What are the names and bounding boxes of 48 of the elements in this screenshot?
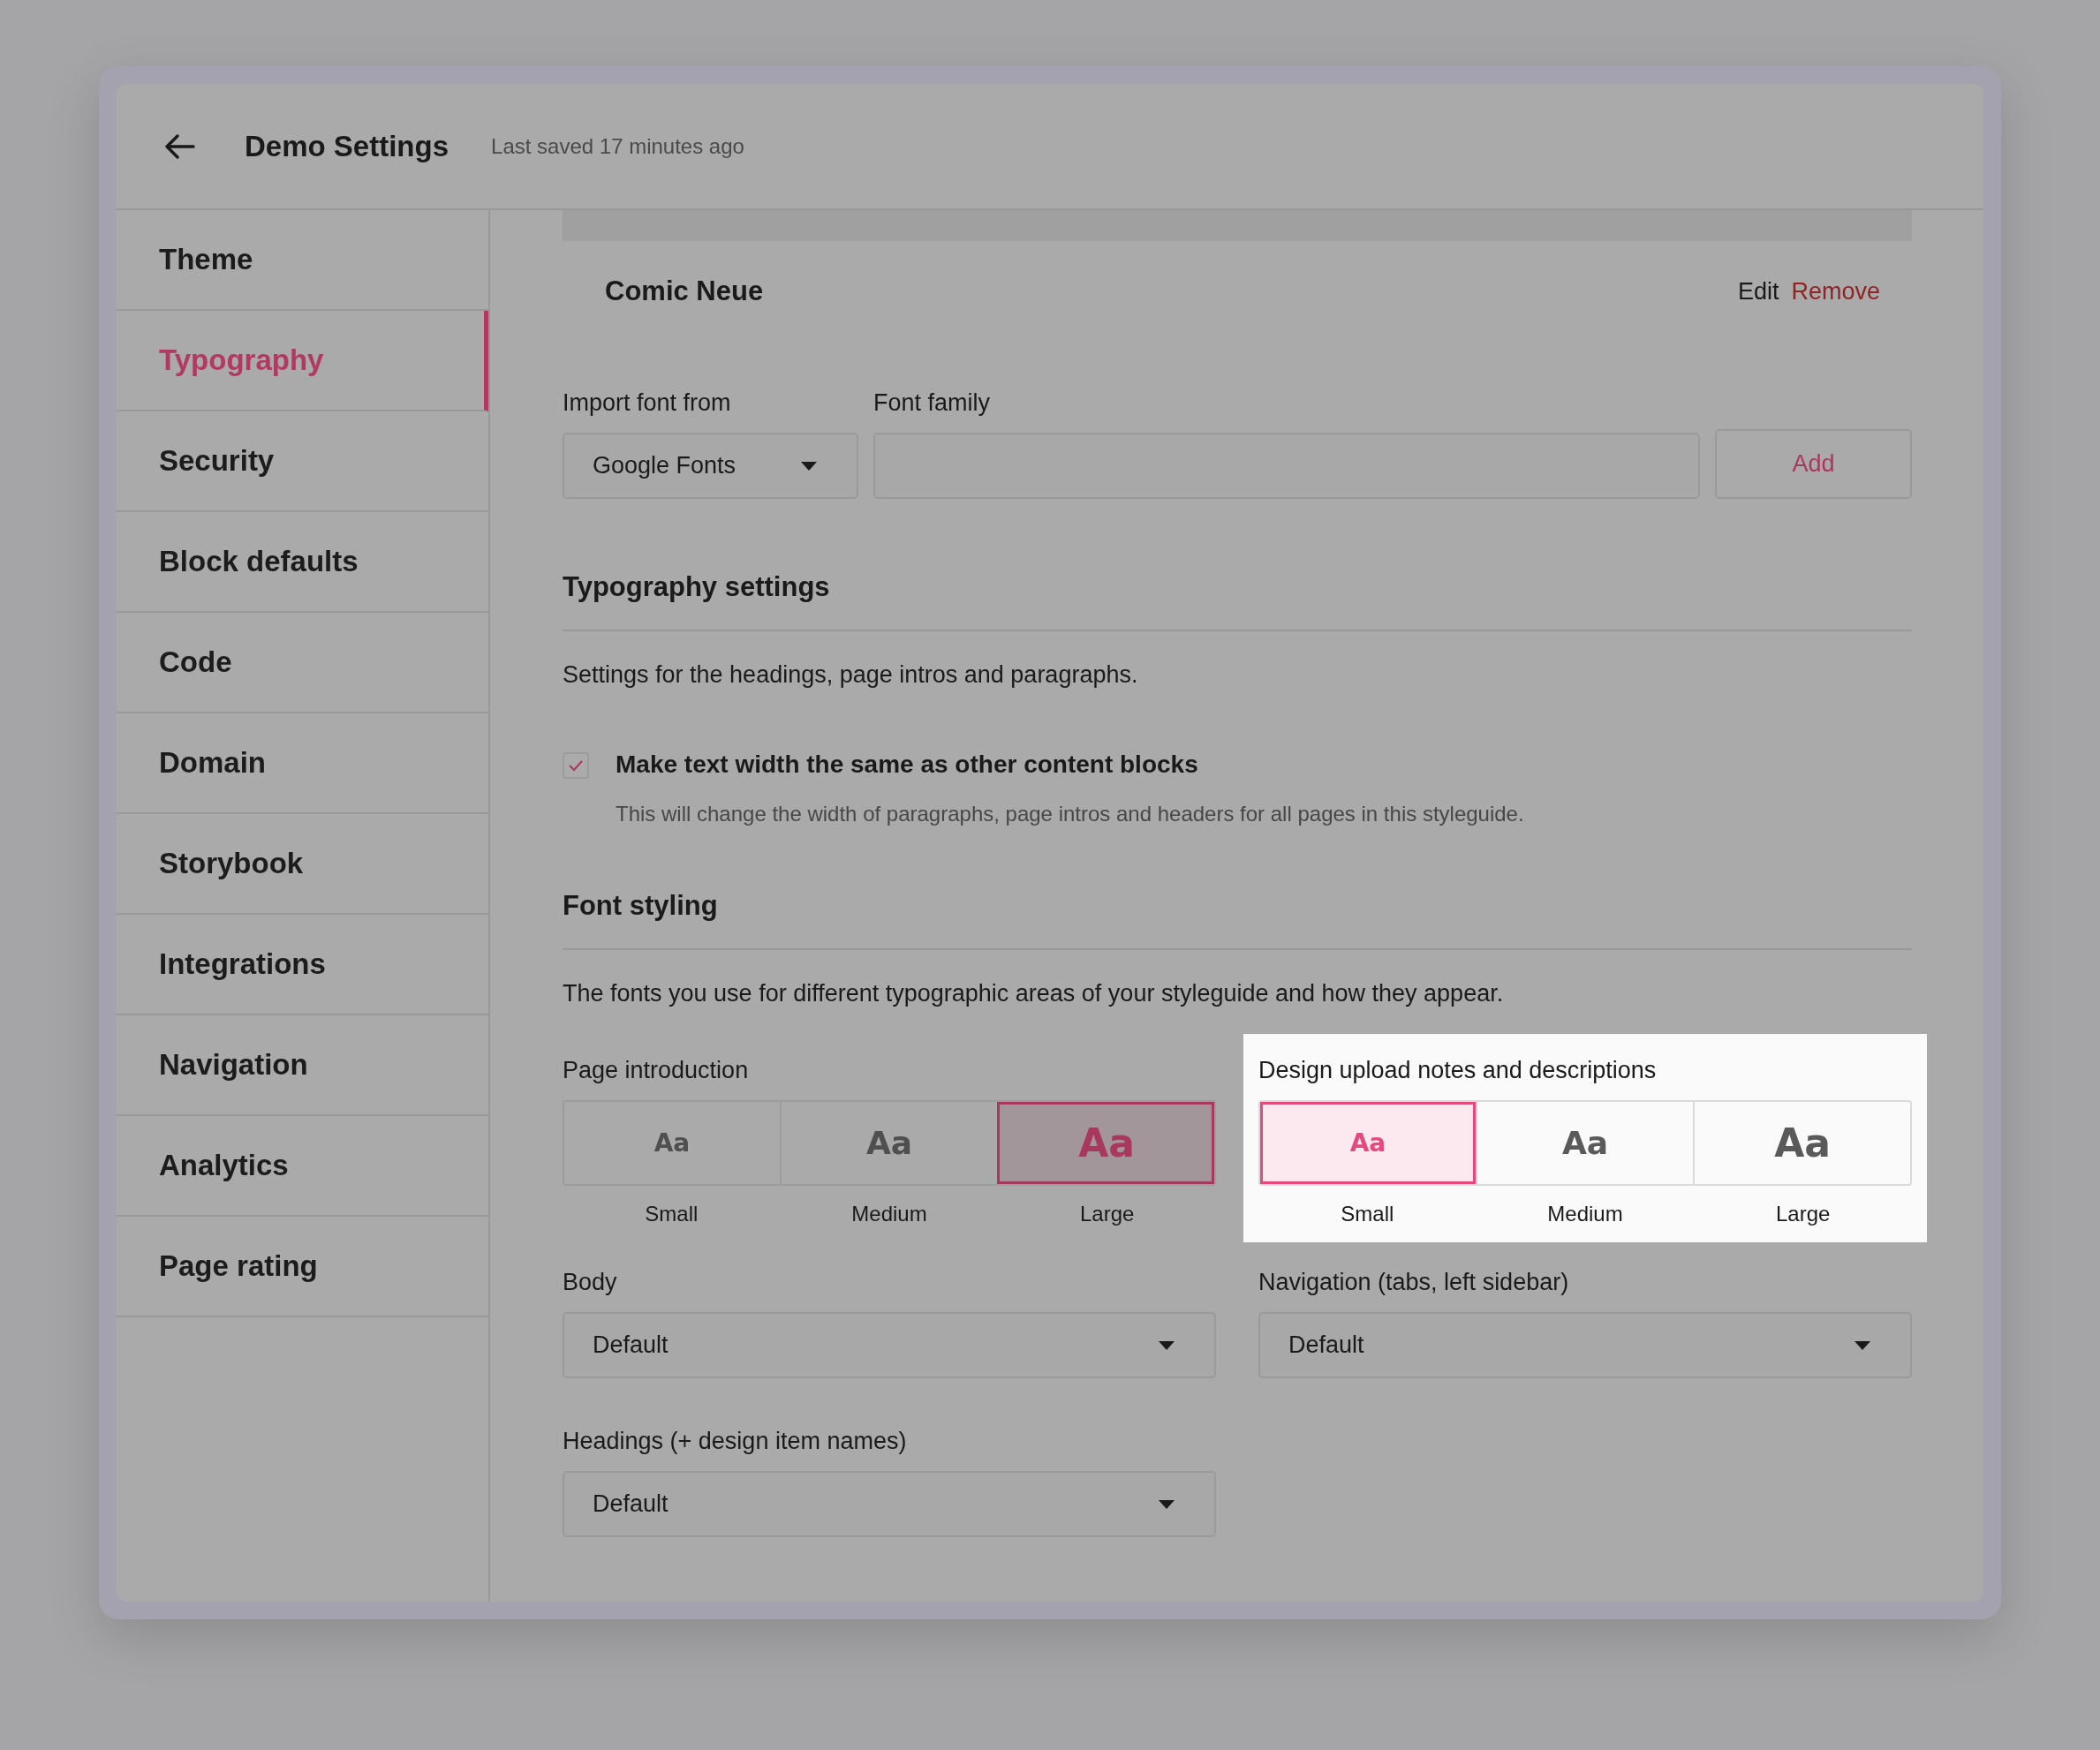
caret-icon (1158, 1339, 1175, 1351)
sidebar-item[interactable]: Integrations (117, 915, 488, 1015)
section-heading: Font styling (563, 890, 1912, 950)
field-label: Import font from (563, 389, 732, 417)
sidebar-item[interactable]: Security (117, 411, 488, 512)
section-heading: Typography settings (563, 571, 1912, 631)
source-dropdown[interactable]: Google Fonts (563, 433, 858, 499)
field-label: Headings (+ design item names) (563, 1428, 908, 1455)
section-description: The fonts you use for different typographic areas of your styleguide and how they appear. (563, 980, 1505, 1007)
font-dropdown[interactable]: Default (563, 1312, 1216, 1378)
caret-icon (800, 460, 818, 471)
checkbox-help: This will change the width of paragraphs, page intros and headers for all pages in this styleguide. (616, 802, 1524, 826)
field-label: Font family (873, 389, 992, 417)
font-dropdown[interactable]: Default (563, 1471, 1216, 1537)
size-option[interactable]: Aa (1476, 1102, 1693, 1184)
size-label: Large (1775, 1202, 1832, 1226)
back-arrow-icon[interactable] (163, 132, 195, 160)
sidebar-item[interactable]: Analytics (117, 1116, 488, 1217)
sidebar-item[interactable]: Storybook (117, 814, 488, 915)
caret-icon (1158, 1498, 1175, 1510)
size-label: Medium (850, 1202, 928, 1226)
window-title: Demo Settings (245, 129, 449, 163)
font-name: Comic Neue (605, 275, 764, 307)
sidebar-item[interactable]: Page rating (117, 1217, 488, 1317)
field-label: Navigation (tabs, left sidebar) (1258, 1269, 1570, 1296)
section-description: Settings for the headings, page intros and paragraphs. (563, 661, 1139, 689)
sidebar-item[interactable]: Domain (117, 713, 488, 814)
font-dropdown[interactable]: Default (1258, 1312, 1912, 1378)
sidebar-item[interactable]: Block defaults (117, 512, 488, 613)
edit-link[interactable]: Edit (1737, 277, 1779, 305)
save-status: Last saved 17 minutes ago (491, 133, 744, 159)
checkbox[interactable] (563, 752, 589, 779)
field-label: Body (563, 1269, 618, 1296)
size-label: Small (1340, 1202, 1395, 1226)
group-label: Page introduction (563, 1057, 750, 1084)
sidebar-item[interactable]: Code (117, 613, 488, 713)
size-option[interactable]: Aa (1693, 1102, 1910, 1184)
check-icon (568, 759, 584, 772)
size-label: Small (644, 1202, 699, 1226)
caret-icon (1854, 1339, 1871, 1351)
size-label: Medium (1546, 1202, 1624, 1226)
sidebar-item[interactable]: Navigation (117, 1015, 488, 1116)
checkbox-label: Make text width the same as other content blocks (616, 751, 1199, 779)
remove-link[interactable]: Remove (1791, 277, 1880, 305)
size-label: Large (1079, 1202, 1136, 1226)
group-label: Design upload notes and descriptions (1258, 1057, 1658, 1084)
size-option[interactable]: Aa (564, 1102, 780, 1184)
sidebar-item[interactable]: Theme (117, 210, 488, 311)
